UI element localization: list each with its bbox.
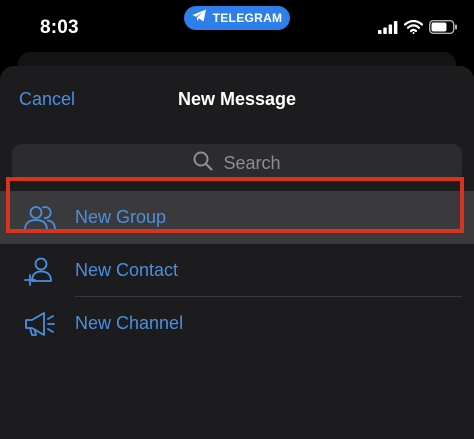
telegram-logo-icon [192,9,207,27]
cellular-signal-icon [378,20,398,39]
sheet-title: New Message [177,89,297,109]
new-message-sheet: Cancel New Message Search New Group New … [0,66,474,439]
menu-item-new-group-label: New Group [75,207,167,227]
search-placeholder: Search [223,152,281,173]
search-input[interactable]: Search [12,144,462,182]
menu-item-new-contact-label: New Contact [75,260,179,280]
new-message-menu: New Group New Contact New Channel [0,191,474,350]
menu-item-new-group[interactable]: New Group [0,191,474,244]
status-icons [378,19,458,39]
group-icon [22,202,58,234]
telegram-pill-label: TELEGRAM [212,11,283,25]
search-icon [193,151,214,176]
menu-item-new-contact[interactable]: New Contact [0,244,474,297]
telegram-app-pill[interactable]: TELEGRAM [184,6,290,30]
menu-item-new-channel[interactable]: New Channel [0,297,474,350]
battery-icon [428,19,458,39]
status-bar: 8:03 TELEGRAM [0,0,474,58]
wifi-icon [403,19,424,39]
status-time: 8:03 [40,17,79,38]
megaphone-icon [22,308,58,340]
add-contact-icon [22,255,58,287]
menu-item-new-channel-label: New Channel [75,313,184,333]
